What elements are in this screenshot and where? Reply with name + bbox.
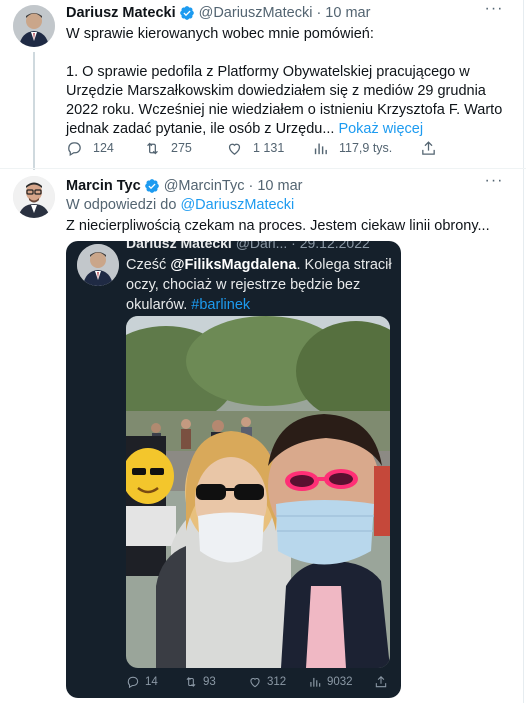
embedded-views: 9032 [308, 675, 353, 689]
separator-dot: · [316, 5, 322, 21]
like-count: 1 131 [253, 141, 285, 155]
views-count: 117,9 tys. [339, 141, 393, 155]
tweet-text: W sprawie kierowanych wobec mnie pomówie… [66, 25, 506, 139]
tweet-timestamp[interactable]: 10 mar [257, 178, 302, 194]
tweet-timestamp[interactable]: 10 mar [325, 5, 370, 21]
views-icon [314, 143, 327, 154]
embedded-share [374, 675, 393, 689]
tweet-dariusz-matecki[interactable]: Dariusz Matecki @DariuszMatecki · 10 mar… [0, 0, 526, 170]
embedded-text-prefix: Cześć [126, 257, 167, 273]
tweet-header: Marcin Tyc @MarcinTyc · 10 mar [66, 176, 302, 196]
verified-badge-icon [179, 5, 195, 21]
tweet-header: Dariusz Matecki @DariuszMatecki · 10 mar [66, 3, 370, 23]
embedded-hashtag: #barlinek [191, 297, 251, 313]
more-options-icon[interactable]: ··· [482, 0, 506, 20]
reply-context: W odpowiedzi do @DariuszMatecki [66, 197, 294, 213]
reply-icon [127, 676, 139, 689]
more-options-icon[interactable]: ··· [482, 172, 506, 192]
embedded-header: Dariusz Matecki @Dari... · 29.12.2022 [126, 241, 370, 251]
embedded-mention: @FiliksMagdalena [170, 257, 297, 273]
like-button[interactable]: 1 131 [226, 140, 284, 157]
views-icon [310, 677, 321, 687]
embedded-actions: 14 93 312 9032 [126, 675, 396, 693]
reply-mention-link[interactable]: @DariuszMatecki [180, 197, 294, 213]
reply-button[interactable]: 124 [66, 140, 114, 157]
verified-badge-icon [144, 178, 160, 194]
embedded-text: Cześć @FiliksMagdalena. Kolega stracił o… [126, 255, 392, 315]
embedded-retweet-count: 93 [203, 676, 216, 688]
tweet-paragraph-text: 1. O sprawie pedofila z Platformy Obywat… [66, 64, 503, 137]
separator-dot: · [248, 178, 254, 194]
reply-prefix: W odpowiedzi do [66, 197, 177, 213]
avatar-dariusz-matecki[interactable] [13, 5, 55, 47]
embedded-like-count: 312 [267, 676, 287, 688]
author-name[interactable]: Marcin Tyc [66, 178, 141, 194]
embedded-author-handle: @Dari... · 29.12.2022 [235, 241, 370, 251]
embedded-like: 312 [248, 675, 286, 689]
views-button[interactable]: 117,9 tys. [312, 140, 392, 157]
show-more-link[interactable]: Pokaż więcej [338, 121, 423, 137]
tweet-text-paragraph: 1. O sprawie pedofila z Platformy Obywat… [66, 63, 506, 139]
reply-icon [68, 141, 81, 156]
embedded-avatar [77, 244, 119, 286]
share-icon [422, 140, 435, 155]
embedded-reply-count: 14 [145, 676, 158, 688]
retweet-count: 275 [171, 141, 192, 155]
embedded-views-count: 9032 [327, 676, 353, 688]
embedded-photo [126, 316, 390, 668]
author-handle[interactable]: @MarcinTyc [164, 178, 245, 194]
retweet-icon [147, 142, 158, 154]
share-icon [375, 676, 387, 688]
embedded-retweet: 93 [184, 675, 216, 689]
embedded-author-name: Dariusz Matecki [126, 241, 232, 251]
share-button[interactable] [420, 140, 447, 157]
retweet-icon [186, 677, 196, 687]
heart-icon [250, 678, 260, 688]
tweet-text: Z niecierpliwością czekam na proces. Jes… [66, 218, 490, 234]
heart-icon [228, 143, 241, 155]
tweet-marcin-tyc[interactable]: Marcin Tyc @MarcinTyc · 10 mar ··· W odp… [0, 170, 526, 703]
embedded-screenshot[interactable]: Dariusz Matecki @Dari... · 29.12.2022 Cz… [66, 241, 401, 698]
author-name[interactable]: Dariusz Matecki [66, 5, 176, 21]
author-handle[interactable]: @DariuszMatecki [199, 5, 313, 21]
tweet-text-line1: W sprawie kierowanych wobec mnie pomówie… [66, 26, 374, 42]
avatar-marcin-tyc[interactable] [13, 176, 55, 218]
reply-count: 124 [93, 141, 114, 155]
retweet-button[interactable]: 275 [144, 140, 192, 157]
embedded-reply: 14 [126, 675, 158, 689]
tweet-actions: 124 275 1 131 117,9 tys. [66, 138, 436, 158]
